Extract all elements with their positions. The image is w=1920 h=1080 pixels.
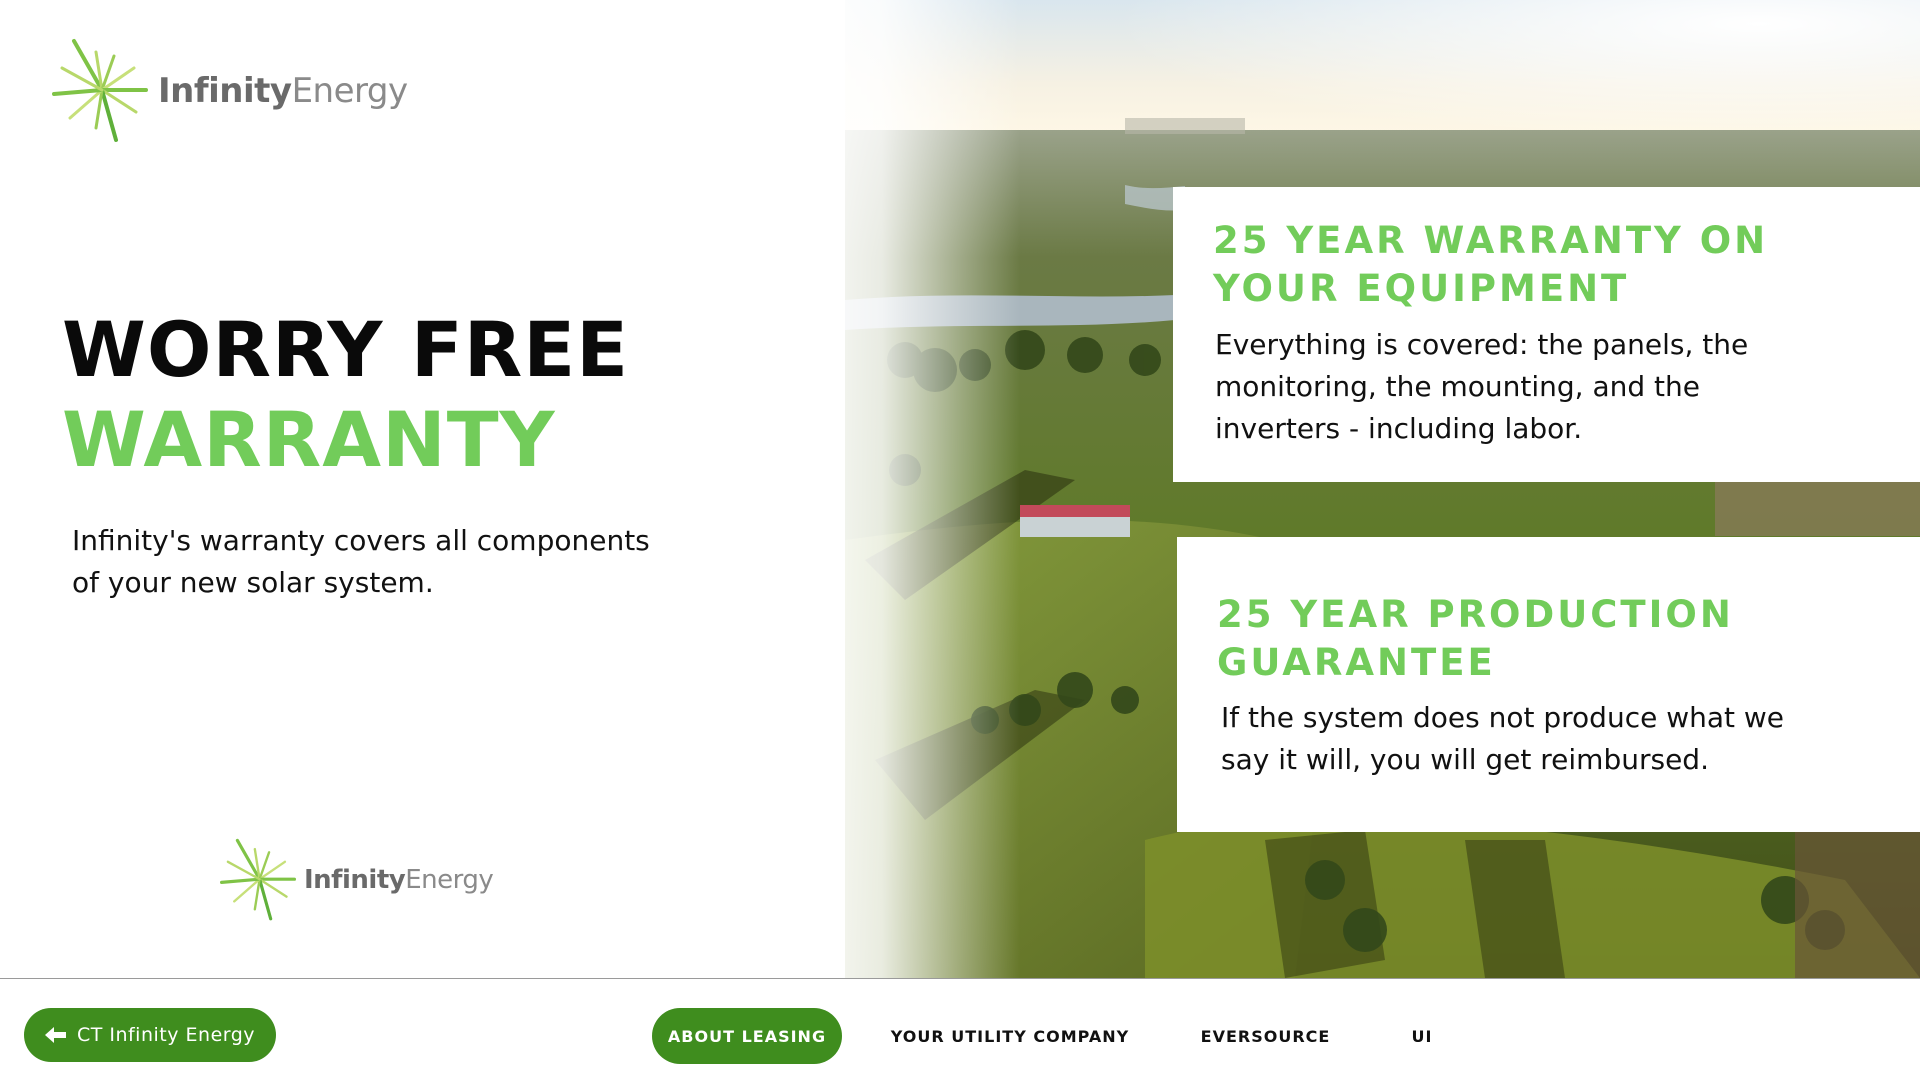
back-button-label: CT Infinity Energy <box>76 1024 256 1046</box>
nav-tab-ui[interactable]: UI <box>1392 1008 1452 1064</box>
back-button[interactable]: CT Infinity Energy <box>24 1008 276 1062</box>
logo-bold-text: Infinity <box>158 71 292 111</box>
logo-bold-text: Infinity <box>304 865 406 895</box>
nav-tab-eversource[interactable]: EVERSOURCE <box>1188 1008 1343 1064</box>
nav-tab-label: EVERSOURCE <box>1200 1026 1331 1046</box>
headline-line-1: WORRY FREE <box>62 305 630 394</box>
warranty-card-title: 25 YEAR WARRANTY ON YOUR EQUIPMENT <box>1213 219 1769 310</box>
brand-logo-text: InfinityEnergy <box>304 865 494 895</box>
nav-tab-about-leasing[interactable]: ABOUT LEASING <box>652 1008 842 1064</box>
sunburst-icon <box>220 838 296 921</box>
production-guarantee-card: 25 YEAR PRODUCTION GUARANTEE If the syst… <box>1177 537 1920 832</box>
warranty-card: 25 YEAR WARRANTY ON YOUR EQUIPMENT Every… <box>1173 187 1920 482</box>
nav-tab-label: ABOUT LEASING <box>667 1026 827 1046</box>
arrow-left-icon <box>44 1027 66 1043</box>
production-card-body: If the system does not produce what we s… <box>1221 701 1785 776</box>
nav-tab-your-utility-company[interactable]: YOUR UTILITY COMPANY <box>880 1008 1140 1064</box>
warranty-card-body: Everything is covered: the panels, the m… <box>1215 328 1749 445</box>
photo-fade-overlay <box>790 0 1020 978</box>
logo-light-text: Energy <box>405 865 494 895</box>
logo-light-text: Energy <box>291 71 409 111</box>
production-card-title: 25 YEAR PRODUCTION GUARANTEE <box>1217 593 1734 684</box>
brand-logo-text: InfinityEnergy <box>158 71 408 111</box>
nav-tab-label: YOUR UTILITY COMPANY <box>890 1026 1130 1046</box>
brand-logo: InfinityEnergy <box>52 38 408 144</box>
bottom-navigation: CT Infinity Energy ABOUT LEASING YOUR UT… <box>0 979 1920 1080</box>
headline-line-2: WARRANTY <box>62 395 556 484</box>
brand-logo-secondary: InfinityEnergy <box>220 838 494 922</box>
nav-tab-label: UI <box>1411 1026 1433 1046</box>
slide: InfinityEnergy WORRY FREE WARRANTY Infin… <box>0 0 1920 978</box>
sunburst-icon <box>52 39 148 142</box>
intro-text: Infinity's warranty covers all component… <box>72 524 650 599</box>
page-headline: WORRY FREE WARRANTY <box>62 312 629 478</box>
